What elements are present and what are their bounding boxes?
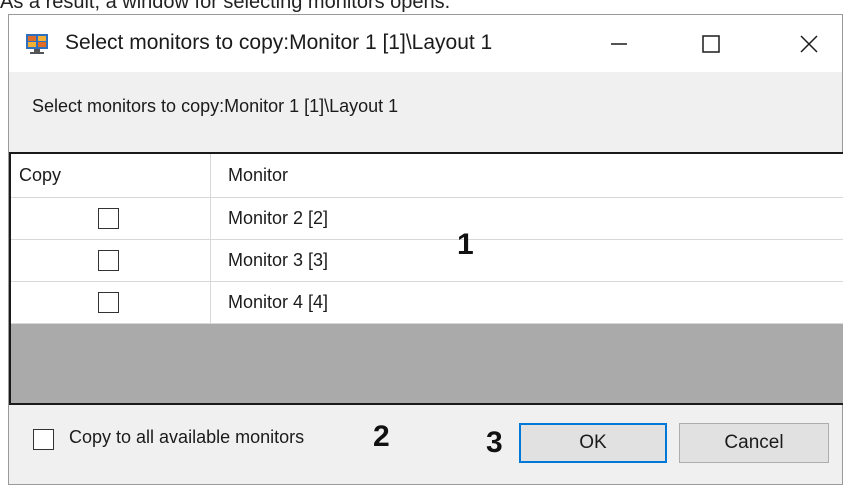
cancel-button[interactable]: Cancel [679, 423, 829, 463]
close-button[interactable] [779, 15, 839, 72]
copy-cell [11, 282, 211, 323]
minimize-button[interactable] [589, 15, 649, 72]
table-row[interactable]: Monitor 4 [4] [11, 282, 843, 324]
copy-all-checkbox[interactable] [33, 429, 54, 450]
close-icon [800, 34, 818, 53]
monitor-cell: Monitor 4 [4] [228, 292, 329, 312]
header-label: Select monitors to copy:Monitor 1 [1]\La… [32, 96, 399, 116]
maximize-button[interactable] [681, 15, 741, 72]
minimize-icon [611, 42, 627, 45]
table-row[interactable]: Monitor 3 [3] [11, 240, 843, 282]
copy-checkbox[interactable] [98, 292, 119, 313]
maximize-icon [702, 34, 720, 53]
grid-header: Copy Monitor [11, 154, 843, 198]
monitor-cell: Monitor 3 [3] [228, 250, 329, 270]
monitors-grid: Copy Monitor Monitor 2 [2] Monitor 3 [3]… [9, 152, 843, 405]
copy-checkbox[interactable] [98, 208, 119, 229]
dialog-header: Select monitors to copy:Monitor 1 [1]\La… [9, 72, 842, 152]
column-header-monitor[interactable]: Monitor [211, 154, 843, 197]
monitor-grid-icon [26, 34, 48, 54]
copy-cell [11, 240, 211, 281]
table-row[interactable]: Monitor 2 [2] [11, 198, 843, 240]
copy-all-label[interactable]: Copy to all available monitors [69, 427, 304, 448]
window-title: Select monitors to copy:Monitor 1 [1]\La… [65, 31, 493, 54]
page-caption: As a result, a window for selecting moni… [0, 0, 451, 13]
annotation-3: 3 [486, 426, 503, 459]
column-header-copy[interactable]: Copy [11, 154, 211, 197]
monitor-cell: Monitor 2 [2] [228, 208, 329, 228]
select-monitors-dialog: Select monitors to copy:Monitor 1 [1]\La… [8, 14, 843, 485]
ok-button[interactable]: OK [519, 423, 667, 463]
copy-checkbox[interactable] [98, 250, 119, 271]
annotation-1: 1 [457, 228, 474, 261]
copy-cell [11, 198, 211, 239]
title-bar[interactable]: Select monitors to copy:Monitor 1 [1]\La… [9, 15, 842, 72]
annotation-2: 2 [373, 420, 390, 453]
